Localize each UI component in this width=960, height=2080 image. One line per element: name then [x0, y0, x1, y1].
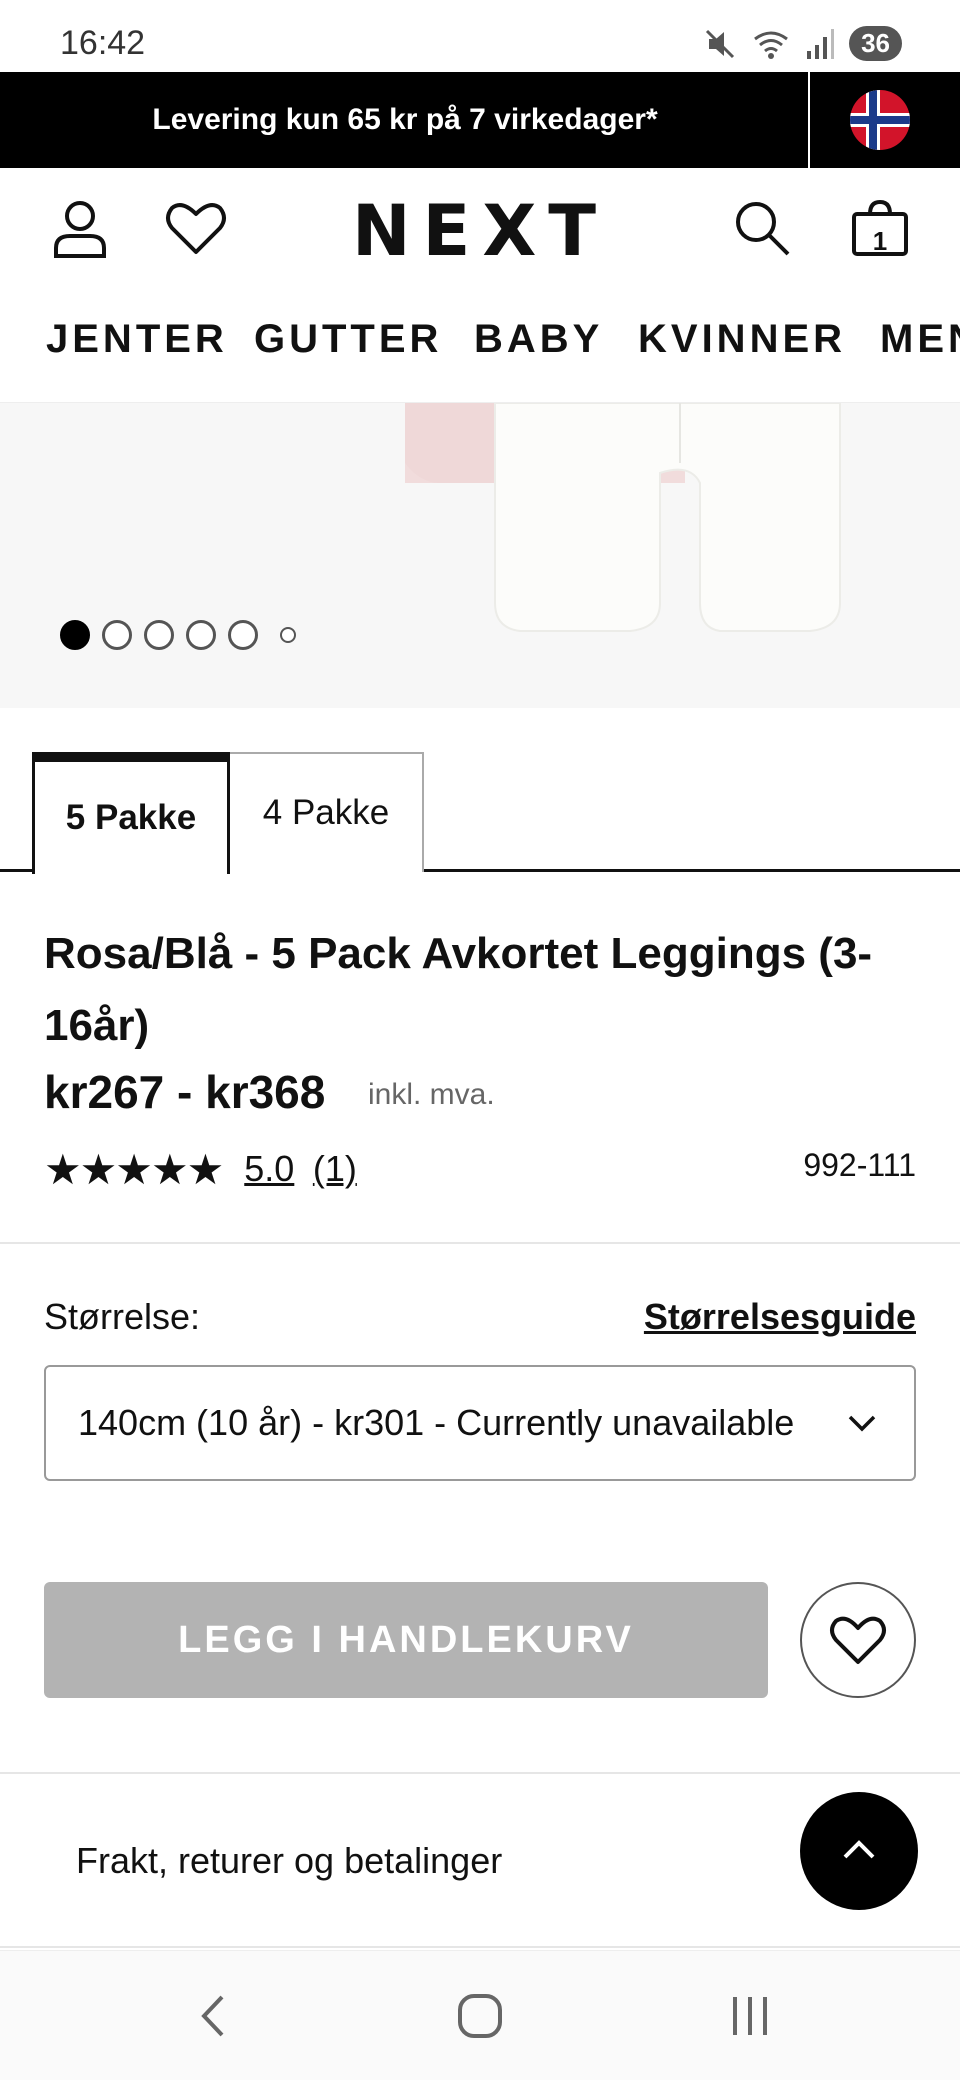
- nav-item-jenter[interactable]: JENTER: [46, 317, 228, 362]
- back-to-top-button[interactable]: [800, 1792, 918, 1910]
- pack-tabs: 5 Pakke 4 Pakke: [0, 752, 960, 874]
- promo-divider: [808, 72, 810, 168]
- product-image[interactable]: [0, 403, 960, 708]
- product-title: Rosa/Blå - 5 Pack Avkortet Leggings (3-1…: [44, 929, 873, 1050]
- divider: [0, 1242, 960, 1244]
- promo-text: Levering kun 65 kr på 7 virkedager*: [152, 103, 658, 136]
- size-label: Størrelse:: [44, 1296, 201, 1337]
- promo-banner[interactable]: Levering kun 65 kr på 7 virkedager*: [0, 72, 960, 168]
- category-nav: JENTER GUTTER BABY KVINNER MEN: [0, 303, 960, 403]
- rating-count[interactable]: (1): [313, 1148, 357, 1189]
- nav-item-baby[interactable]: BABY: [474, 317, 603, 362]
- nav-item-kvinner[interactable]: KVINNER: [638, 317, 846, 362]
- status-bar: 16:42 36: [0, 0, 960, 72]
- tab-4-pakke[interactable]: 4 Pakke: [228, 752, 424, 872]
- vat-note: inkl. mva.: [368, 1078, 495, 1111]
- product-price: kr267 - kr368: [44, 1066, 326, 1118]
- status-time: 16:42: [60, 24, 146, 62]
- size-select-value: 140cm (10 år) - kr301 - Currently unavai…: [78, 1402, 795, 1443]
- size-select[interactable]: 140cm (10 år) - kr301 - Currently unavai…: [44, 1365, 916, 1481]
- gallery-dot[interactable]: [186, 620, 216, 650]
- nav-item-men[interactable]: MEN: [880, 317, 960, 362]
- divider: [0, 1772, 960, 1774]
- signal-icon: [807, 28, 835, 59]
- status-icons: 36: [703, 26, 902, 61]
- gallery-dot[interactable]: [280, 627, 296, 643]
- tab-5-pakke[interactable]: 5 Pakke: [32, 752, 230, 874]
- heart-icon: [830, 1616, 886, 1664]
- site-header: NEXT 1: [0, 168, 960, 303]
- recents-icon[interactable]: [725, 1991, 775, 2041]
- gallery-dot[interactable]: [228, 620, 258, 650]
- bag-count: 1: [872, 226, 888, 256]
- wifi-icon: [754, 31, 788, 59]
- shopping-bag-button[interactable]: 1: [848, 196, 912, 260]
- next-logo[interactable]: NEXT: [0, 190, 960, 272]
- star-rating-icon: ★★★★★: [44, 1146, 224, 1193]
- rating-row: ★★★★★ 5.0 (1): [44, 1145, 357, 1194]
- home-icon[interactable]: [455, 1991, 505, 2041]
- battery-badge: 36: [849, 26, 902, 61]
- mute-icon: [706, 29, 735, 58]
- chevron-down-icon: [848, 1415, 876, 1432]
- system-nav-bar: [0, 1950, 960, 2080]
- size-guide-link[interactable]: Størrelsesguide: [644, 1296, 916, 1338]
- rating-value[interactable]: 5.0: [244, 1148, 294, 1189]
- divider: [0, 1946, 960, 1948]
- leggings-image: [405, 403, 841, 632]
- gallery-dot[interactable]: [60, 620, 90, 650]
- back-icon[interactable]: [190, 1991, 240, 2041]
- nav-item-gutter[interactable]: GUTTER: [254, 317, 442, 362]
- rating-link[interactable]: 5.0 (1): [244, 1148, 357, 1191]
- search-icon[interactable]: [730, 196, 794, 260]
- gallery-dots[interactable]: [60, 620, 296, 650]
- add-to-bag-button[interactable]: LEGG I HANDLEKURV: [44, 1582, 768, 1698]
- shipping-accordion[interactable]: Frakt, returer og betalinger: [76, 1840, 502, 1882]
- chevron-up-icon: [843, 1840, 875, 1859]
- gallery-dot[interactable]: [144, 620, 174, 650]
- norway-flag-icon[interactable]: [850, 90, 910, 150]
- product-sku: 992-111: [803, 1147, 916, 1183]
- favourite-button[interactable]: [800, 1582, 916, 1698]
- gallery-dot[interactable]: [102, 620, 132, 650]
